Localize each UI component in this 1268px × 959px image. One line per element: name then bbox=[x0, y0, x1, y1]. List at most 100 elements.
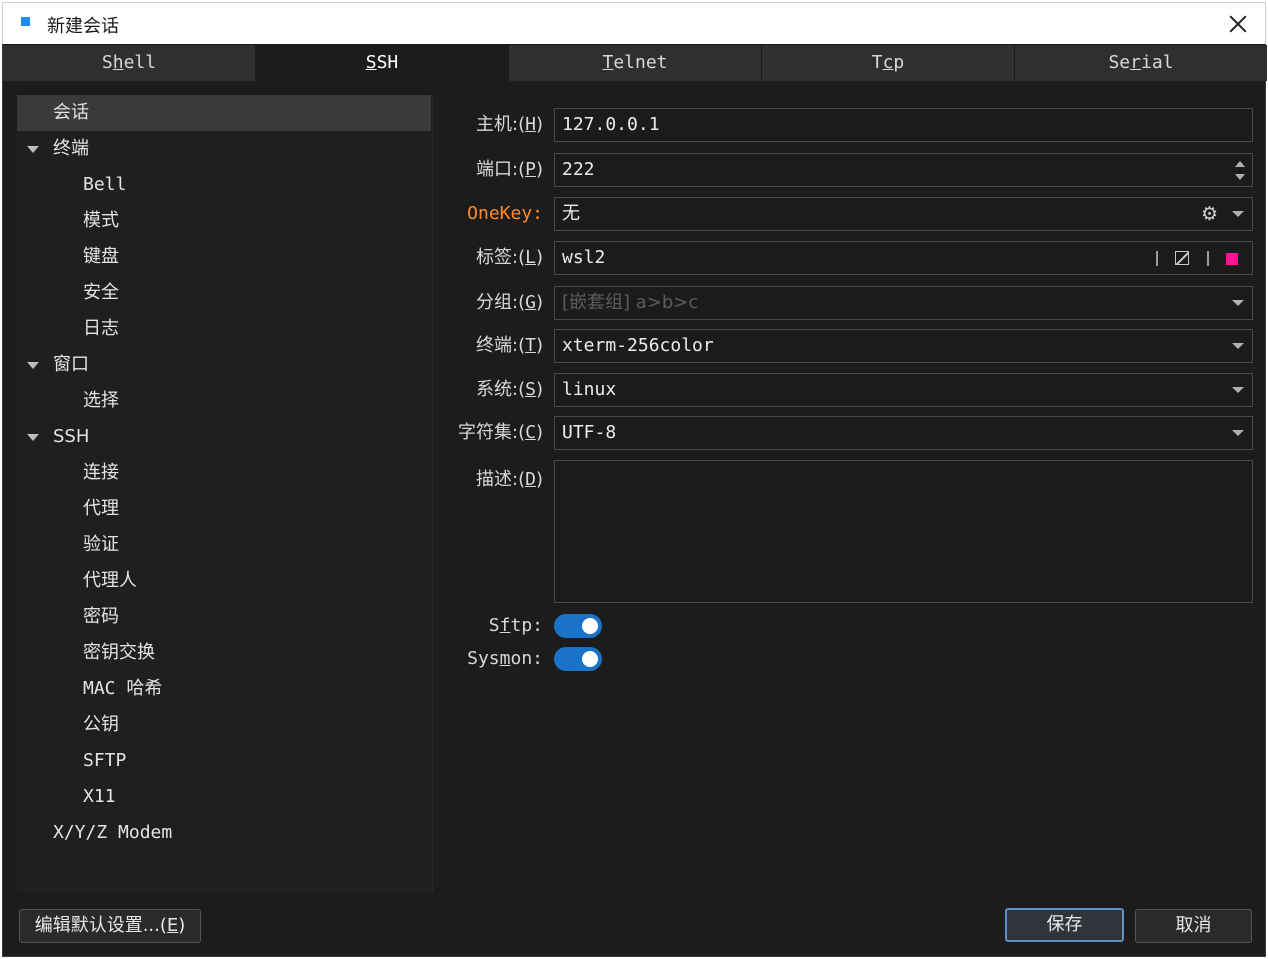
sysmon-toggle[interactable] bbox=[554, 647, 602, 671]
dialog-body: Shell SSH Telnet Tcp Serial 会话 终端 Bell 模… bbox=[2, 44, 1267, 957]
edit-defaults-button[interactable]: 编辑默认设置...(E) bbox=[19, 909, 201, 943]
tree-item-proxy[interactable]: 代理 bbox=[17, 491, 431, 527]
tree-item-label: 密码 bbox=[83, 606, 119, 627]
settings-tree: 会话 终端 Bell 模式 键盘 安全 日志 窗口 选择 SSH 连接 代理 验… bbox=[17, 95, 433, 892]
charset-value: UTF-8 bbox=[562, 422, 617, 443]
tab-shell[interactable]: Shell bbox=[3, 45, 256, 81]
tree-item-log[interactable]: 日志 bbox=[17, 311, 431, 347]
charset-label: 字符集:(C) bbox=[458, 422, 543, 443]
toggle-knob bbox=[582, 618, 598, 634]
tree-item-mode[interactable]: 模式 bbox=[17, 203, 431, 239]
toggle-knob bbox=[582, 651, 598, 667]
tree-item-label: MAC 哈希 bbox=[83, 678, 163, 699]
tree-item-security[interactable]: 安全 bbox=[17, 275, 431, 311]
tree-item-label: 连接 bbox=[83, 462, 119, 483]
tree-item-x11[interactable]: X11 bbox=[17, 779, 431, 815]
tree-item-label: 代理 bbox=[83, 498, 119, 519]
tree-item-cipher[interactable]: 密码 bbox=[17, 599, 431, 635]
window-title: 新建会话 bbox=[47, 16, 119, 37]
tree-item-kex[interactable]: 密钥交换 bbox=[17, 635, 431, 671]
onekey-value: 无 bbox=[562, 203, 580, 224]
chevron-down-icon[interactable] bbox=[1232, 430, 1244, 436]
tag-input[interactable]: wsl2 bbox=[554, 241, 1253, 275]
tree-item-label: X11 bbox=[83, 786, 116, 807]
spin-down-icon[interactable] bbox=[1235, 174, 1245, 180]
tree-item-pubkey[interactable]: 公钥 bbox=[17, 707, 431, 743]
tree-item-auth[interactable]: 验证 bbox=[17, 527, 431, 563]
tree-item-connection[interactable]: 连接 bbox=[17, 455, 431, 491]
group-label: 分组:(G) bbox=[476, 292, 543, 313]
save-button[interactable]: 保存 bbox=[1005, 908, 1124, 942]
tag-value: wsl2 bbox=[562, 247, 606, 268]
tree-item-label: 密钥交换 bbox=[83, 642, 155, 663]
port-value: 222 bbox=[562, 159, 595, 180]
terminal-value: xterm-256color bbox=[562, 335, 714, 356]
terminal-select[interactable]: xterm-256color bbox=[554, 329, 1253, 363]
tree-item-keyboard[interactable]: 键盘 bbox=[17, 239, 431, 275]
onekey-label: OneKey: bbox=[467, 203, 543, 224]
terminal-label: 终端:(T) bbox=[476, 335, 543, 356]
sysmon-label: Sysmon: bbox=[467, 648, 543, 669]
tag-color-swatch[interactable] bbox=[1226, 253, 1238, 265]
group-select[interactable]: [嵌套组] a>b>c bbox=[554, 286, 1253, 320]
description-textarea[interactable] bbox=[554, 460, 1253, 603]
tree-item-label: 代理人 bbox=[83, 570, 137, 591]
tree-item-label: 安全 bbox=[83, 282, 119, 303]
chevron-down-icon[interactable] bbox=[1232, 343, 1244, 349]
port-spinbox[interactable]: 222 bbox=[554, 153, 1253, 187]
group-placeholder: [嵌套组] a>b>c bbox=[562, 292, 699, 313]
tree-item-label: 终端 bbox=[53, 138, 89, 159]
app-icon bbox=[21, 17, 30, 26]
tree-item-ssh[interactable]: SSH bbox=[17, 419, 431, 455]
tree-item-label: 选择 bbox=[83, 390, 119, 411]
tree-item-agent[interactable]: 代理人 bbox=[17, 563, 431, 599]
chevron-down-icon[interactable] bbox=[27, 362, 39, 369]
tree-item-label: 日志 bbox=[83, 318, 119, 339]
tree-item-session[interactable]: 会话 bbox=[17, 95, 431, 131]
system-label: 系统:(S) bbox=[476, 379, 543, 400]
system-select[interactable]: linux bbox=[554, 373, 1253, 407]
host-value: 127.0.0.1 bbox=[562, 114, 660, 135]
tree-item-label: 公钥 bbox=[83, 714, 119, 735]
chevron-down-icon[interactable] bbox=[27, 146, 39, 153]
gear-icon[interactable]: ⚙ bbox=[1201, 203, 1218, 225]
tree-item-mac[interactable]: MAC 哈希 bbox=[17, 671, 431, 707]
tree-item-terminal[interactable]: 终端 bbox=[17, 131, 431, 167]
close-icon[interactable] bbox=[1223, 9, 1253, 39]
tree-item-sftp[interactable]: SFTP bbox=[17, 743, 431, 779]
chevron-down-icon[interactable] bbox=[1232, 387, 1244, 393]
host-input[interactable]: 127.0.0.1 bbox=[554, 108, 1253, 142]
port-label: 端口:(P) bbox=[476, 159, 543, 180]
tree-item-label: 会话 bbox=[53, 102, 89, 123]
chevron-down-icon[interactable] bbox=[1232, 300, 1244, 306]
tree-item-modem[interactable]: X/Y/Z Modem bbox=[17, 815, 431, 851]
tree-item-selection[interactable]: 选择 bbox=[17, 383, 431, 419]
tree-item-window[interactable]: 窗口 bbox=[17, 347, 431, 383]
protocol-tabs: Shell SSH Telnet Tcp Serial bbox=[3, 45, 1267, 81]
tree-item-label: Bell bbox=[83, 174, 127, 195]
tree-item-bell[interactable]: Bell bbox=[17, 167, 431, 203]
separator bbox=[1156, 251, 1158, 266]
tag-label: 标签:(L) bbox=[476, 247, 543, 268]
cancel-button[interactable]: 取消 bbox=[1135, 909, 1252, 943]
tab-ssh[interactable]: SSH bbox=[256, 45, 509, 81]
tree-item-label: 模式 bbox=[83, 210, 119, 231]
tree-item-label: SFTP bbox=[83, 750, 127, 771]
spin-up-icon[interactable] bbox=[1235, 161, 1245, 167]
clear-color-icon[interactable] bbox=[1175, 251, 1189, 265]
sftp-toggle[interactable] bbox=[554, 614, 602, 638]
tab-serial[interactable]: Serial bbox=[1015, 45, 1267, 81]
sftp-label: Sftp: bbox=[488, 615, 543, 636]
chevron-down-icon[interactable] bbox=[1232, 211, 1244, 217]
tab-tcp[interactable]: Tcp bbox=[762, 45, 1015, 81]
host-label: 主机:(H) bbox=[476, 114, 543, 135]
separator bbox=[1207, 251, 1209, 266]
tree-item-label: SSH bbox=[53, 426, 90, 447]
tree-item-label: X/Y/Z Modem bbox=[53, 822, 173, 843]
charset-select[interactable]: UTF-8 bbox=[554, 416, 1253, 450]
chevron-down-icon[interactable] bbox=[27, 434, 39, 441]
onekey-select[interactable]: 无 ⚙ bbox=[554, 197, 1253, 231]
system-value: linux bbox=[562, 379, 617, 400]
tree-item-label: 键盘 bbox=[83, 246, 119, 267]
tab-telnet[interactable]: Telnet bbox=[509, 45, 762, 81]
